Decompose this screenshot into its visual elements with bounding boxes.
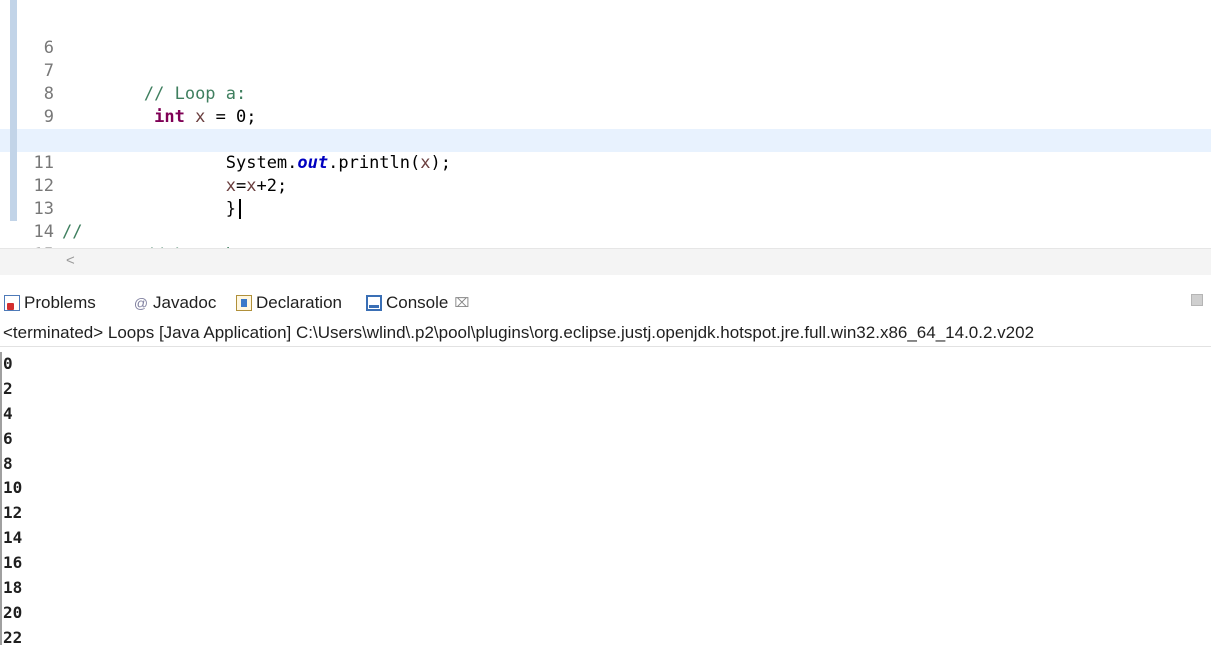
output-line: 4 bbox=[3, 403, 13, 423]
code-line-12[interactable]: 12 } bbox=[0, 129, 1211, 219]
tab-label: Problems bbox=[24, 293, 96, 312]
sash-divider[interactable] bbox=[0, 275, 1211, 281]
output-line: 18 bbox=[3, 578, 23, 598]
output-line: 2 bbox=[3, 378, 13, 398]
code-line-7[interactable]: 7 // Loop a: bbox=[0, 14, 1211, 104]
scroll-left-icon[interactable]: < bbox=[66, 252, 75, 269]
code-text: // bbox=[62, 222, 83, 242]
output-line: 22 bbox=[3, 627, 23, 647]
code-line-14[interactable]: 14 // Loop b: bbox=[0, 175, 1211, 248]
change-marker bbox=[10, 129, 17, 152]
change-marker bbox=[10, 175, 17, 198]
output-line: 16 bbox=[3, 553, 23, 573]
output-line: 0 bbox=[3, 354, 13, 373]
divider bbox=[0, 346, 1211, 347]
close-icon[interactable]: ⌧ bbox=[454, 295, 469, 311]
change-marker bbox=[10, 152, 17, 175]
change-marker bbox=[10, 106, 17, 129]
tab-javadoc[interactable]: @ Javadoc bbox=[133, 290, 216, 316]
output-line: 10 bbox=[3, 478, 23, 498]
output-line: 6 bbox=[3, 428, 13, 448]
code-line-9[interactable]: 9 while (x <= 100) { bbox=[0, 60, 1211, 150]
tab-label: Javadoc bbox=[153, 293, 217, 312]
console-status: <terminated> Loops [Java Application] C:… bbox=[3, 323, 1035, 342]
console-output[interactable]: 0 2 4 6 8 10 12 14 16 18 20 22 bbox=[0, 352, 1211, 647]
tab-label: Console bbox=[386, 293, 449, 312]
console-icon bbox=[366, 295, 382, 311]
tab-label: Declaration bbox=[256, 293, 342, 312]
output-line: 12 bbox=[3, 503, 23, 523]
output-line: 8 bbox=[3, 453, 13, 473]
change-marker bbox=[10, 83, 17, 106]
code-line-6[interactable]: 6 bbox=[0, 0, 1211, 58]
change-marker bbox=[10, 37, 17, 60]
change-marker bbox=[10, 0, 17, 14]
declaration-icon bbox=[236, 295, 252, 311]
code-line-15[interactable]: 15 // int y = 103; bbox=[0, 198, 1211, 248]
code-editor[interactable]: 6 7 // Loop a: 8 int x = 0; 9 while (x <… bbox=[0, 0, 1211, 248]
change-marker bbox=[10, 198, 17, 221]
change-marker bbox=[10, 60, 17, 83]
panel-tab-bar: Problems @ Javadoc Declaration Console ⌧ bbox=[0, 282, 1211, 320]
code-line-13[interactable]: 13 // bbox=[0, 152, 1211, 242]
change-marker bbox=[10, 14, 17, 37]
horizontal-scrollbar[interactable]: < bbox=[0, 248, 1211, 275]
output-line: 14 bbox=[3, 528, 23, 548]
code-line-8[interactable]: 8 int x = 0; bbox=[0, 37, 1211, 127]
tab-console[interactable]: Console ⌧ bbox=[366, 290, 469, 316]
problems-icon bbox=[4, 295, 20, 311]
minimize-icon[interactable] bbox=[1191, 294, 1203, 306]
javadoc-icon: @ bbox=[133, 295, 149, 311]
code-line-10[interactable]: 10 System.out.println(x); bbox=[0, 83, 1211, 173]
code-line-11[interactable]: 11 x=x+2; bbox=[0, 106, 1211, 196]
output-line: 20 bbox=[3, 602, 23, 622]
tab-declaration[interactable]: Declaration bbox=[236, 290, 342, 316]
tab-problems[interactable]: Problems bbox=[4, 290, 96, 316]
